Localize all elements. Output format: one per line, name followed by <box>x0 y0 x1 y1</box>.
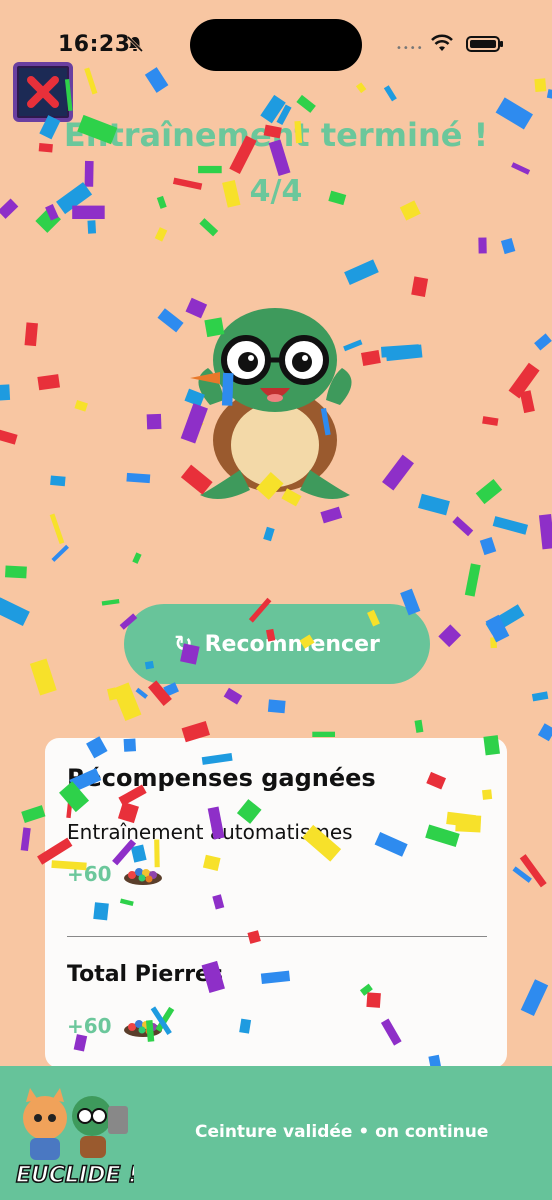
status-bar: 16:23 •••• <box>0 0 552 90</box>
svg-text:EUCLIDE !: EUCLIDE ! <box>16 1163 134 1188</box>
confetti-piece <box>519 390 535 414</box>
confetti-piece <box>538 514 552 550</box>
confetti-piece <box>126 472 151 484</box>
confetti-piece <box>534 333 552 351</box>
status-time: 16:23 <box>58 32 131 57</box>
confetti-piece <box>37 374 61 391</box>
confetti-piece <box>414 719 424 733</box>
confetti-piece <box>263 526 275 542</box>
confetti-piece <box>508 362 540 399</box>
confetti-piece <box>74 399 88 412</box>
confetti-piece <box>0 427 18 445</box>
wifi-icon <box>431 34 453 51</box>
confetti-piece <box>0 384 11 401</box>
confetti-piece <box>490 637 497 649</box>
confetti-piece <box>21 805 46 823</box>
rewards-card: Récompenses gagnées Entraînement automat… <box>45 738 507 1068</box>
confetti-piece <box>385 344 423 362</box>
turtle-mascot-image <box>190 308 352 499</box>
bell-off-icon <box>126 35 144 53</box>
confetti-piece <box>35 207 61 233</box>
battery-icon <box>466 36 503 52</box>
total-reward: +60 <box>67 1014 164 1038</box>
confetti-piece <box>20 827 31 851</box>
activity-reward: +60 <box>67 862 164 886</box>
confetti-piece <box>464 563 481 597</box>
confetti-piece <box>135 687 148 699</box>
confetti-piece <box>382 454 414 491</box>
restart-button[interactable]: ↻ Recommencer <box>124 604 430 684</box>
activity-reward-amount: +60 <box>67 862 112 886</box>
divider <box>67 936 487 937</box>
camera-notch <box>190 19 362 71</box>
confetti-piece <box>380 344 420 358</box>
signal-icon: •••• <box>396 43 424 54</box>
confetti-piece <box>29 658 57 696</box>
confetti-piece <box>199 218 219 237</box>
confetti-piece <box>267 699 286 714</box>
confetti-piece <box>478 237 487 254</box>
confetti-piece <box>475 478 503 505</box>
confetti-piece <box>0 597 30 626</box>
confetti-piece <box>146 413 162 430</box>
confetti-piece <box>492 516 529 535</box>
restart-button-label: Recommencer <box>204 631 380 657</box>
footer-banner: EUCLIDE ! Ceinture validée • on continue <box>0 1066 552 1200</box>
stones-icon <box>123 868 162 885</box>
confetti-piece <box>531 691 549 702</box>
confetti-piece <box>154 227 168 242</box>
progress-counter: 4/4 <box>249 174 303 209</box>
confetti-piece <box>482 416 499 426</box>
confetti-piece <box>163 682 179 697</box>
total-reward-amount: +60 <box>67 1014 112 1038</box>
confetti-piece <box>198 165 222 174</box>
confetti-piece <box>512 866 532 883</box>
confetti-piece <box>479 536 497 556</box>
footer-tagline: Ceinture validée • on continue <box>195 1122 489 1142</box>
page-title: Entraînement terminé ! <box>63 116 489 154</box>
confetti-piece <box>485 604 525 635</box>
activity-label: Entraînement automatismes <box>67 820 353 844</box>
confetti-piece <box>107 687 118 701</box>
confetti-piece <box>312 731 335 737</box>
confetti-piece <box>24 322 38 347</box>
confetti-piece <box>519 854 547 888</box>
confetti-piece <box>411 276 429 297</box>
confetti-piece <box>452 516 474 537</box>
confetti-piece <box>148 680 172 706</box>
close-icon <box>27 76 59 108</box>
confetti-piece <box>49 513 65 545</box>
confetti-piece <box>500 237 516 255</box>
confetti-piece <box>5 565 27 579</box>
confetti-piece <box>112 682 142 721</box>
confetti-piece <box>546 89 552 100</box>
confetti-piece <box>520 979 549 1016</box>
stones-icon <box>123 1020 162 1037</box>
confetti-piece <box>101 598 120 606</box>
euclide-logo: EUCLIDE ! <box>15 1088 134 1189</box>
confetti-piece <box>223 687 243 705</box>
confetti-piece <box>132 552 142 564</box>
rewards-card-title: Récompenses gagnées <box>67 764 376 792</box>
close-button[interactable] <box>13 62 73 122</box>
confetti-piece <box>485 614 510 643</box>
confetti-piece <box>418 493 450 516</box>
confetti-piece <box>344 259 379 286</box>
confetti-piece <box>51 544 69 562</box>
confetti-piece <box>50 475 66 487</box>
confetti-piece <box>87 220 97 234</box>
refresh-icon: ↻ <box>174 631 193 657</box>
confetti-piece <box>511 162 531 175</box>
confetti-piece <box>438 624 462 648</box>
confetti-piece <box>296 94 316 113</box>
total-stones-title: Total Pierres <box>67 962 224 987</box>
confetti-piece <box>537 723 552 742</box>
